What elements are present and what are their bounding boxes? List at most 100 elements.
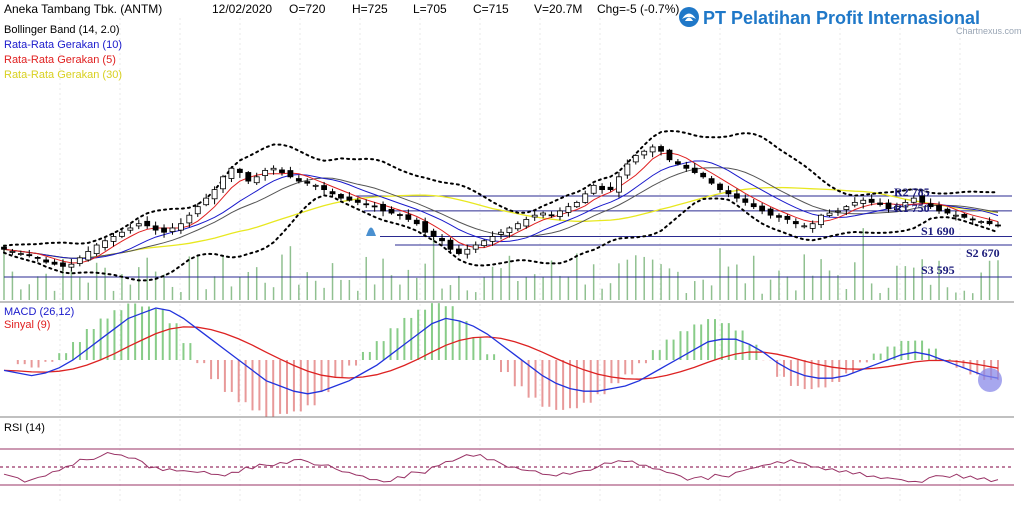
- candle-body: [135, 223, 142, 227]
- legend-bollinger: Bollinger Band (14, 2.0): [4, 24, 120, 36]
- candle-body: [455, 248, 462, 254]
- brand-logo: [679, 7, 699, 27]
- legend-rsi: RSI (14): [4, 422, 45, 434]
- candle-body: [733, 193, 740, 199]
- candle-body: [346, 196, 353, 201]
- candle-body: [329, 191, 336, 195]
- level-label-s1: S1 690: [921, 224, 955, 238]
- candle-body: [51, 261, 58, 265]
- candle-body: [717, 183, 723, 191]
- candle-body: [489, 236, 496, 242]
- stock-title: Aneka Tambang Tbk. (ANTM): [4, 2, 162, 16]
- legend-ma10: Rata-Rata Gerakan (10): [4, 39, 122, 51]
- candle-body: [93, 244, 100, 255]
- candle-body: [405, 214, 412, 220]
- candle-body: [523, 219, 530, 227]
- quote-change: Chg=-5 (-0.7%): [597, 2, 679, 16]
- level-label-s3: S3 595: [921, 263, 955, 277]
- quote-volume: V=20.7M: [534, 2, 582, 16]
- rsi-lines: [0, 448, 1014, 486]
- candle-body: [1, 246, 7, 250]
- candle-body: [506, 227, 513, 233]
- candle-body: [388, 208, 395, 214]
- ma30-line: [3, 186, 999, 259]
- candle-body: [616, 176, 622, 193]
- candle-body: [220, 176, 226, 190]
- quote-low: L=705: [413, 2, 447, 16]
- candle-body: [76, 257, 83, 264]
- candle-body: [573, 201, 580, 208]
- candle-body: [110, 236, 117, 242]
- quote-close: C=715: [473, 2, 509, 16]
- candle-body: [17, 253, 24, 255]
- candle-body: [26, 254, 33, 257]
- candle-body: [649, 146, 656, 153]
- candle-body: [641, 150, 648, 156]
- candle-body: [868, 198, 875, 203]
- candle-body: [85, 251, 92, 261]
- level-label-s2: S2 670: [966, 246, 1000, 260]
- candle-body: [253, 176, 260, 184]
- candle-body: [439, 237, 445, 242]
- candle-body: [287, 170, 294, 178]
- candle-body: [514, 223, 521, 230]
- candle-body: [68, 263, 75, 268]
- candle-body: [338, 194, 344, 199]
- candle-body: [961, 213, 968, 218]
- candle-body: [169, 227, 176, 232]
- candle-body: [826, 212, 833, 216]
- candle-body: [725, 190, 732, 195]
- candle-body: [119, 231, 125, 237]
- candle-body: [700, 172, 707, 178]
- candle-body: [784, 215, 791, 220]
- stock-chart: Aneka Tambang Tbk. (ANTM) 12/02/2020 O=7…: [0, 2, 1022, 503]
- candle-body: [843, 206, 850, 210]
- quote-high: H=725: [352, 2, 388, 16]
- candle-body: [776, 215, 782, 218]
- candle-body: [236, 168, 243, 173]
- legend-ma5: Rata-Rata Gerakan (5): [4, 54, 116, 66]
- candle-body: [211, 189, 218, 200]
- candle-body: [624, 163, 631, 176]
- candle-body: [860, 199, 867, 204]
- candle-body: [632, 155, 639, 163]
- candle-body: [557, 210, 563, 217]
- candle-body: [354, 199, 361, 203]
- candle-body: [472, 244, 479, 250]
- candle-body: [952, 214, 959, 217]
- candle-body: [986, 220, 993, 225]
- candle-body: [995, 224, 1001, 227]
- candle-body: [430, 230, 437, 237]
- candle-body: [413, 219, 420, 225]
- candle-body: [102, 240, 108, 248]
- candle-body: [152, 225, 159, 231]
- highlight-marker: [978, 368, 1002, 392]
- candle-body: [944, 208, 951, 214]
- candle-body: [978, 221, 985, 223]
- macd-line: [3, 307, 999, 395]
- quote-date: 12/02/2020: [212, 2, 272, 16]
- candle-body: [60, 262, 66, 267]
- candle-body: [792, 221, 799, 225]
- candle-body: [127, 227, 134, 231]
- candle-body: [498, 231, 504, 235]
- candle-body: [759, 205, 766, 212]
- candle-body: [599, 185, 605, 191]
- macd-histogram: [16, 303, 999, 417]
- candle-body: [540, 212, 547, 216]
- candle-body: [548, 214, 555, 217]
- candle-body: [936, 205, 942, 212]
- candle-body: [186, 214, 193, 224]
- support-resistance-lines: [4, 195, 1012, 278]
- candle-body: [161, 227, 167, 233]
- candle-body: [666, 149, 673, 161]
- candlesticks: [1, 144, 1001, 272]
- candle-body: [422, 221, 429, 233]
- candle-body: [279, 169, 285, 173]
- candle-body: [565, 206, 572, 213]
- candle-body: [851, 201, 858, 206]
- candle-body: [304, 181, 311, 184]
- candle-body: [34, 257, 41, 259]
- candle-body: [371, 205, 378, 208]
- brand-name: PT Pelatihan Profit Internasional: [703, 8, 980, 28]
